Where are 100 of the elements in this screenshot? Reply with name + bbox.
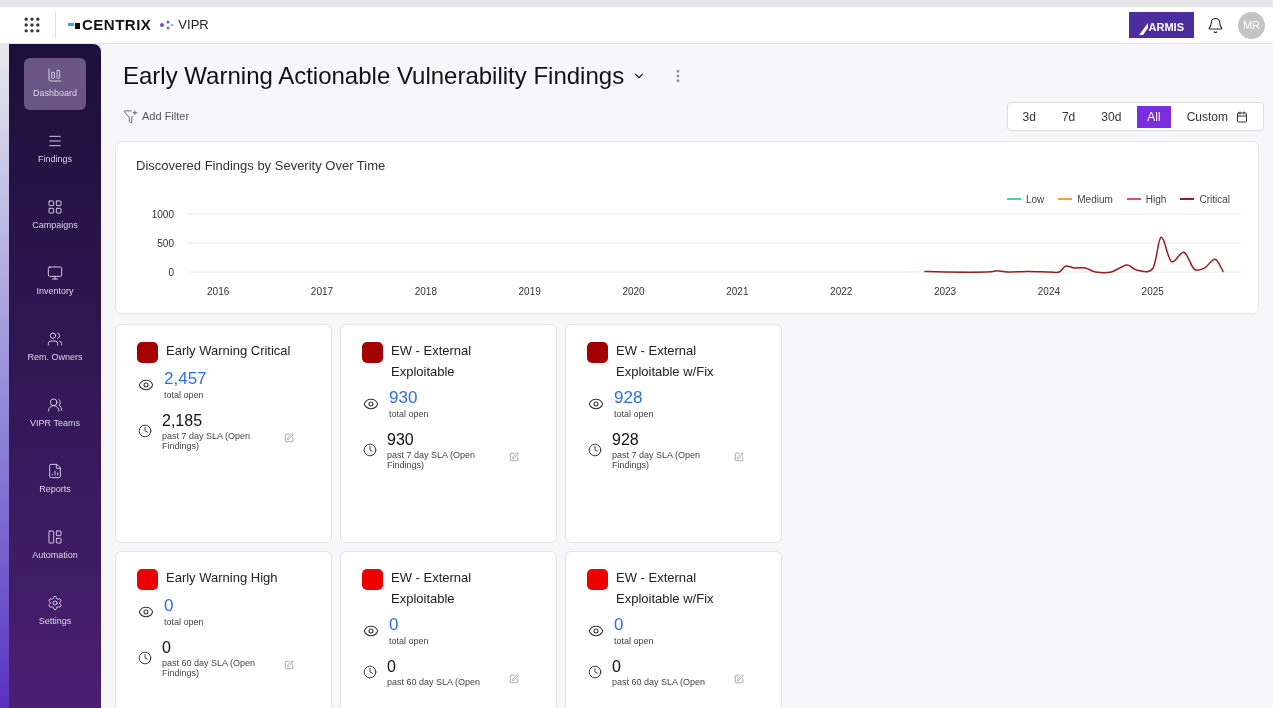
sla-label: past 60 day SLA (Open: [612, 677, 707, 687]
sla-label: past 7 day SLA (Open Findings): [387, 450, 477, 470]
logo-mark-icon: [68, 20, 80, 30]
product-name: VIPR: [178, 16, 209, 35]
partner-logo: ARMIS: [1128, 12, 1194, 38]
edit-icon[interactable]: [284, 660, 294, 670]
sidebar-item[interactable]: VIPR Teams: [24, 388, 86, 440]
sla-count: 930: [387, 430, 414, 450]
card-title: EW - External Exploitable w/Fix: [616, 341, 715, 381]
sidebar-item[interactable]: Findings: [24, 124, 86, 176]
sidebar-item[interactable]: Rem. Owners: [24, 322, 86, 374]
clock-icon: [138, 651, 152, 665]
total-label: total open: [614, 634, 654, 648]
time-range-option[interactable]: Custom: [1176, 105, 1258, 128]
calendar-icon: [1236, 110, 1248, 123]
clock-icon: [588, 443, 602, 457]
card-title: EW - External Exploitable: [391, 568, 473, 608]
edit-icon[interactable]: [509, 674, 519, 684]
sla-label: past 7 day SLA (Open Findings): [612, 450, 702, 470]
legend-item: High: [1126, 191, 1167, 207]
filter-icon: [123, 109, 138, 124]
sidebar-item[interactable]: Inventory: [24, 256, 86, 308]
total-label: total open: [389, 634, 429, 648]
sla-count: 2,185: [162, 411, 203, 431]
chart-title: Discovered Findings by Severity Over Time: [136, 157, 386, 175]
legend-item: Critical: [1180, 191, 1230, 207]
total-count[interactable]: 2,457: [164, 368, 207, 389]
finding-card[interactable]: EW - External Exploitable w/Fix 928 total open 928 past 7 day SLA (Open Findings): [565, 323, 782, 543]
x-tick-label: 2025: [1141, 285, 1164, 297]
card-title: Early Warning Critical: [166, 341, 291, 360]
time-range-option[interactable]: 30d: [1091, 105, 1132, 128]
logo-mark-icon: [1138, 23, 1148, 35]
clock-icon: [138, 424, 152, 438]
layout-icon: [47, 529, 63, 546]
time-range-option[interactable]: All: [1137, 105, 1171, 128]
edit-icon[interactable]: [734, 452, 744, 462]
sla-label: past 60 day SLA (Open Findings): [162, 658, 257, 678]
time-range-option[interactable]: 7d: [1051, 105, 1086, 128]
total-count[interactable]: 0: [164, 595, 174, 616]
x-tick-label: 2024: [1037, 285, 1060, 297]
y-tick-label: 500: [157, 237, 174, 249]
x-tick-label: 2020: [622, 285, 645, 297]
apps-menu-icon[interactable]: [22, 15, 42, 35]
clock-icon: [363, 443, 377, 457]
card-title: EW - External Exploitable w/Fix: [616, 568, 715, 608]
bar-chart-icon: [47, 67, 63, 84]
finding-card[interactable]: EW - External Exploitable 930 total open 930 past 7 day SLA (Open Findings): [340, 323, 557, 543]
finding-card[interactable]: Early Warning Critical 2,457 total open 2,185 past 7 day SLA (Open Findings): [115, 323, 332, 543]
report-icon: [47, 463, 63, 480]
users-icon: [47, 331, 63, 348]
sla-count: 0: [162, 638, 171, 658]
brand-logo[interactable]: CENTRIX: [68, 13, 152, 37]
sidebar-item[interactable]: Dashboard: [24, 58, 86, 110]
finding-card[interactable]: EW - External Exploitable w/Fix 0 total open 0 past 60 day SLA (Open: [565, 550, 782, 708]
card-title: EW - External Exploitable: [391, 341, 473, 381]
total-count[interactable]: 0: [389, 614, 399, 635]
total-count[interactable]: 930: [389, 387, 418, 408]
finding-card[interactable]: Early Warning High 0 total open 0 past 60 day SLA (Open Findings): [115, 550, 332, 708]
total-count[interactable]: 928: [614, 387, 643, 408]
total-count[interactable]: 0: [614, 614, 624, 635]
add-filter-button[interactable]: Add Filter: [123, 108, 190, 125]
sidebar-item[interactable]: Settings: [24, 586, 86, 638]
x-tick-label: 2019: [518, 285, 541, 297]
card-title: Early Warning High: [166, 568, 278, 587]
monitor-icon: [47, 265, 63, 282]
clock-icon: [588, 665, 602, 679]
legend-item: Medium: [1058, 191, 1113, 207]
y-tick-label: 1000: [151, 208, 174, 220]
sidebar-item[interactable]: Reports: [24, 454, 86, 506]
notification-icon[interactable]: [1207, 16, 1224, 34]
clock-icon: [363, 665, 377, 679]
x-tick-label: 2022: [830, 285, 853, 297]
x-tick-label: 2021: [726, 285, 749, 297]
y-tick-label: 0: [168, 266, 174, 278]
time-range-option[interactable]: 3d: [1012, 105, 1046, 128]
sidebar-item[interactable]: Automation: [24, 520, 86, 572]
page-title: Early Warning Actionable Vulnerability Findings: [123, 61, 625, 91]
sla-label: past 60 day SLA (Open: [387, 677, 482, 687]
edit-icon[interactable]: [284, 433, 294, 443]
finding-card[interactable]: EW - External Exploitable 0 total open 0 past 60 day SLA (Open: [340, 550, 557, 708]
sla-count: 0: [612, 657, 621, 677]
grid-icon: [47, 199, 63, 216]
edit-icon[interactable]: [734, 674, 744, 684]
edit-icon[interactable]: [509, 452, 519, 462]
settings-icon: [47, 595, 63, 612]
sla-label: past 7 day SLA (Open Findings): [162, 431, 252, 451]
total-label: total open: [164, 388, 204, 402]
sla-count: 928: [612, 430, 639, 450]
total-label: total open: [389, 407, 429, 421]
sla-count: 0: [387, 657, 396, 677]
group-icon: [47, 397, 63, 414]
x-tick-label: 2023: [933, 285, 957, 297]
x-tick-label: 2017: [310, 285, 334, 297]
molecule-icon: [159, 19, 174, 31]
total-label: total open: [614, 407, 654, 421]
legend-item: Low: [1006, 191, 1045, 207]
total-label: total open: [164, 615, 204, 629]
sidebar-item[interactable]: Campaigns: [24, 190, 86, 242]
x-tick-label: 2016: [207, 285, 230, 297]
x-tick-label: 2018: [414, 285, 437, 297]
